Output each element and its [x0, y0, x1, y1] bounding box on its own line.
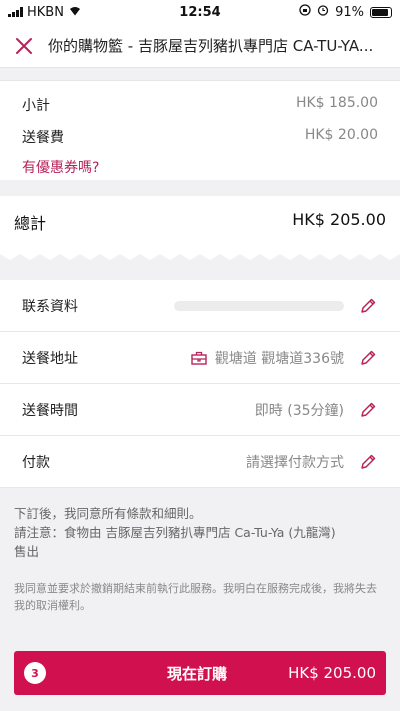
total-value: HK$ 205.00 [292, 210, 386, 229]
alarm-icon [317, 4, 329, 20]
payment-label: 付款 [22, 454, 50, 471]
subtotal-label: 小計 [22, 98, 50, 114]
coupon-link[interactable]: 有優惠券嗎? [22, 157, 99, 177]
contact-label: 联系資料 [22, 298, 78, 315]
contact-redacted [174, 300, 344, 311]
terms-text: 下訂後，我同意所有條款和細則。 請注意：食物由 吉豚屋吉列豬扒專門店 Ca-Tu… [14, 504, 386, 561]
delivery-fee-label: 送餐費 [22, 130, 64, 146]
carrier-name: HKBN [27, 4, 64, 20]
page-title: 你的購物籃 - 吉豚屋吉列豬扒專門店 CA-TU-YA... [48, 37, 374, 55]
battery-percent: 91% [335, 4, 364, 20]
contact-row[interactable]: 联系資料 [0, 280, 400, 332]
total-label: 總計 [14, 214, 47, 233]
delivery-time-row[interactable]: 送餐時間 即時 (35分鐘) [0, 384, 400, 436]
close-button[interactable] [0, 24, 48, 68]
total-card: 總計 HK$ 205.00 [0, 196, 400, 250]
edit-time-button[interactable] [358, 400, 378, 420]
pencil-icon [361, 350, 376, 365]
rotation-lock-icon [299, 4, 311, 20]
wifi-icon [68, 5, 82, 20]
status-right: 91% [262, 4, 392, 20]
delivery-fee-row: 送餐費 HK$ 20.00 [22, 127, 378, 147]
zigzag-divider [0, 250, 400, 260]
contact-value [112, 300, 358, 311]
payment-row[interactable]: 付款 請選擇付款方式 [0, 436, 400, 488]
payment-value: 請選擇付款方式 [246, 454, 344, 471]
close-icon [16, 37, 32, 54]
pencil-icon [361, 402, 376, 417]
address-value: 觀塘道 觀塘道336號 [214, 350, 344, 367]
address-value-wrap: 觀塘道 觀塘道336號 [112, 348, 358, 368]
subtotal-value: HK$ 185.00 [295, 95, 378, 111]
edit-contact-button[interactable] [358, 296, 378, 316]
pencil-icon [361, 298, 376, 313]
cancellation-notice: 我同意並要求於撤銷期結束前執行此服務。我明白在服務完成後，我將失去我的取消權利。 [14, 582, 377, 612]
status-bar: HKBN 12:54 91% [0, 0, 400, 24]
terms-line-3: 售出 [14, 544, 40, 559]
briefcase-icon [191, 351, 207, 365]
status-left: HKBN [8, 5, 138, 20]
edit-payment-button[interactable] [358, 452, 378, 472]
delivery-time-label: 送餐時間 [22, 402, 78, 419]
order-total: HK$ 205.00 [288, 664, 376, 682]
summary-card: 小計 HK$ 185.00 送餐費 HK$ 20.00 有優惠券嗎? [0, 80, 400, 180]
terms-line-2: 請注意：食物由 吉豚屋吉列豬扒專門店 Ca-Tu-Ya (九龍灣) [14, 525, 336, 540]
terms-line-1: 下訂後，我同意所有條款和細則。 [14, 506, 202, 521]
pencil-icon [361, 454, 376, 469]
address-row[interactable]: 送餐地址 觀塘道 觀塘道336號 [0, 332, 400, 384]
delivery-fee-value: HK$ 20.00 [304, 127, 378, 143]
delivery-time-value: 即時 (35分鐘) [254, 402, 344, 419]
subtotal-row: 小計 HK$ 185.00 [22, 95, 378, 115]
detail-list: 联系資料 送餐地址 觀塘道 觀塘道336號 送餐時間 即時 (35分鐘) 付款 … [0, 280, 400, 488]
status-time: 12:54 [179, 4, 221, 20]
address-label: 送餐地址 [22, 350, 78, 367]
item-count-badge: 3 [24, 662, 46, 684]
place-order-label: 現在訂購 [167, 664, 228, 683]
edit-address-button[interactable] [358, 348, 378, 368]
battery-icon [370, 6, 392, 18]
signal-icon [8, 7, 23, 17]
header: 你的購物籃 - 吉豚屋吉列豬扒專門店 CA-TU-YA... [0, 24, 400, 68]
total-row: 總計 HK$ 205.00 [14, 210, 386, 234]
place-order-button[interactable]: 3 現在訂購 HK$ 205.00 [14, 651, 386, 695]
